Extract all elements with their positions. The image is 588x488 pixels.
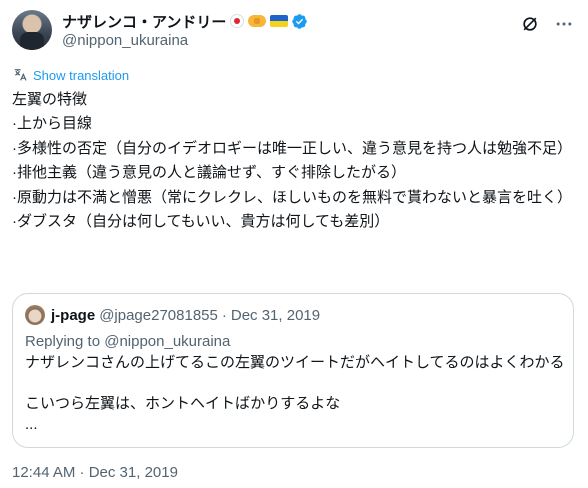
author-handle[interactable]: @nippon_ukuraina [62, 31, 308, 51]
body-line: ·ダブスタ（自分は何してもいい、貴方は何しても差別） [12, 213, 390, 231]
japan-flag-icon [230, 14, 245, 28]
quoted-tweet[interactable]: j-page @jpage27081855 · Dec 31, 2019 Rep… [12, 293, 574, 448]
separator-dot: · [221, 306, 227, 324]
quoted-text-line: こいつら左翼は、ホントヘイトばかりするよな [25, 395, 341, 412]
more-icon[interactable] [554, 14, 574, 34]
verified-badge-icon[interactable] [291, 13, 308, 30]
ukraine-flag-icon [270, 15, 289, 27]
handshake-icon [248, 15, 267, 27]
tweet-header: ナザレンコ・アンドリー @nippon_ukuraina [12, 10, 588, 54]
quoted-tweet-header: j-page @jpage27081855 · Dec 31, 2019 [25, 304, 561, 326]
quoted-author-name[interactable]: j-page [51, 307, 95, 324]
quoted-tweet-date[interactable]: Dec 31, 2019 [231, 307, 320, 324]
quoted-text-line: ナザレンコさんの上げてるこの左翼のツイートだがヘイトしてるのはよくわかる [25, 354, 565, 371]
tweet: ナザレンコ・アンドリー @nippon_ukuraina Show transl… [0, 0, 588, 488]
body-line: ·上から目線 [12, 115, 92, 133]
show-translation-link[interactable]: Show translation [12, 67, 129, 83]
body-line: ·排他主義（違う意見の人と議論せず、すぐ排除したがる） [12, 164, 406, 182]
replying-to-text: Replying to @nippon_ukuraina [25, 333, 231, 350]
show-translation-label: Show translation [33, 67, 130, 83]
translate-icon [14, 69, 27, 81]
tweet-timestamp[interactable]: 12:44 AM · Dec 31, 2019 [12, 464, 178, 481]
quoted-text-gap [25, 373, 561, 393]
author-names: ナザレンコ・アンドリー @nippon_ukuraina [62, 11, 308, 51]
tweet-body: 左翼の特徴 ·上から目線 ·多様性の否定（自分のイデオロギーは唯一正しい、違う意… [12, 88, 578, 234]
body-line: ·原動力は不満と憎悪（常にクレクレ、ほしいものを無料で貰わないと暴言を吐く） [12, 188, 572, 206]
author-display-name[interactable]: ナザレンコ・アンドリー [62, 11, 226, 32]
quoted-text-ellipsis: ... [25, 416, 38, 433]
body-line: ·多様性の否定（自分のイデオロギーは唯一正しい、違う意見を持つ人は勉強不足） [12, 139, 572, 157]
header-actions [520, 14, 574, 34]
quoted-author-avatar[interactable] [25, 305, 45, 325]
quoted-author-handle[interactable]: @jpage27081855 [99, 307, 218, 324]
author-avatar[interactable] [12, 10, 52, 50]
author-name-row: ナザレンコ・アンドリー [62, 11, 308, 31]
body-line: 左翼の特徴 [12, 91, 88, 108]
grok-icon[interactable] [520, 14, 540, 34]
